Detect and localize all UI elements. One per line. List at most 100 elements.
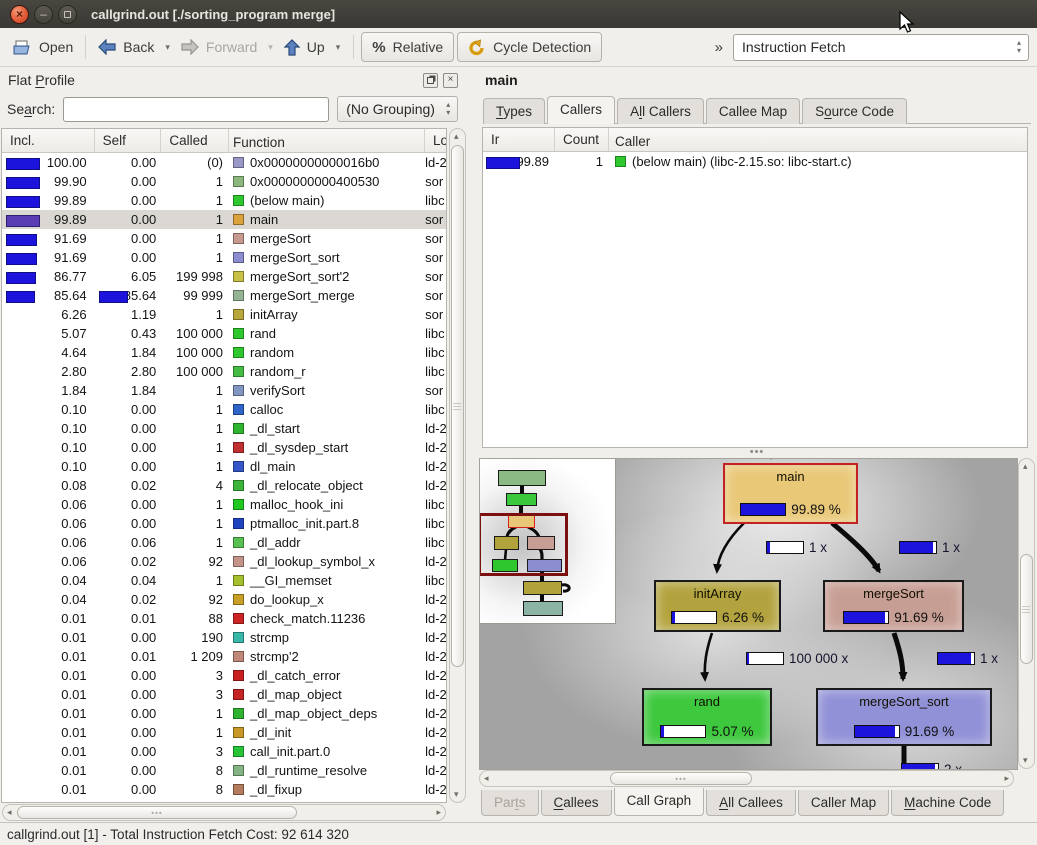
flat-profile-row[interactable]: 0.010.0188check_match.11236ld-2 xyxy=(2,609,446,628)
flat-profile-row[interactable]: 0.010.003_dl_catch_errorld-2 xyxy=(2,666,446,685)
flat-profile-row[interactable]: 6.261.191initArraysor xyxy=(2,305,446,324)
back-button[interactable]: Back xyxy=(93,35,159,59)
minimap-viewport[interactable] xyxy=(479,513,568,576)
horizontal-splitter[interactable]: ••• xyxy=(477,448,1037,458)
tab-callee-map[interactable]: Callee Map xyxy=(706,98,800,124)
scroll-down-arrow-icon[interactable]: ▾ xyxy=(1023,756,1028,765)
combobox-spinner-icon[interactable]: ▴▾ xyxy=(1017,39,1021,55)
toolbar-overflow-chevron[interactable]: » xyxy=(715,39,723,56)
graph-node-initArray[interactable]: initArray6.26 % xyxy=(654,580,781,632)
scroll-left-arrow-icon[interactable]: ◂ xyxy=(7,808,12,817)
up-dropdown-caret[interactable]: ▾ xyxy=(330,42,347,53)
tab-all-callees[interactable]: All Callees xyxy=(706,790,796,816)
flat-profile-row[interactable]: 0.060.001malloc_hook_inilibc xyxy=(2,495,446,514)
scroll-left-arrow-icon[interactable]: ◂ xyxy=(484,774,489,783)
flat-profile-row[interactable]: 99.900.0010x0000000000400530sor xyxy=(2,172,446,191)
column-header-self[interactable]: Self xyxy=(95,129,162,152)
scroll-right-arrow-icon[interactable]: ▸ xyxy=(1004,774,1009,783)
column-header-caller[interactable]: Caller xyxy=(609,128,1027,151)
tab-all-callers[interactable]: All Callers xyxy=(617,98,704,124)
flat-profile-vscrollbar[interactable]: ▴ ——— ▾ xyxy=(449,128,466,803)
open-button[interactable]: Open xyxy=(8,35,78,60)
tab-callees[interactable]: Callees xyxy=(541,790,612,816)
scrollbar-thumb[interactable]: ——— xyxy=(1020,554,1033,664)
flat-profile-row[interactable]: 0.010.003_dl_map_objectld-2 xyxy=(2,685,446,704)
flat-profile-row[interactable]: 2.802.80100 000random_rlibc xyxy=(2,362,446,381)
graph-node-mergeSort[interactable]: mergeSort91.69 % xyxy=(823,580,964,632)
column-header-incl[interactable]: Incl. xyxy=(2,129,95,152)
flat-profile-row[interactable]: 86.776.05199 998mergeSort_sort'2sor xyxy=(2,267,446,286)
graph-node-main[interactable]: main99.89 % xyxy=(723,463,858,524)
flat-profile-row[interactable]: 0.100.001dl_mainld-2 xyxy=(2,457,446,476)
graph-hscrollbar[interactable]: ◂ ••• ▸ xyxy=(479,770,1014,787)
flat-profile-row[interactable]: 1.841.841verifySortsor xyxy=(2,381,446,400)
flat-profile-row[interactable]: 0.060.061_dl_addrlibc xyxy=(2,533,446,552)
flat-profile-row[interactable]: 0.010.011 209strcmp'2ld-2 xyxy=(2,647,446,666)
flat-profile-row[interactable]: 99.890.001mainsor xyxy=(2,210,446,229)
tab-machine-code[interactable]: Machine Code xyxy=(891,790,1004,816)
scroll-up-arrow-icon[interactable]: ▴ xyxy=(454,132,459,141)
flat-profile-row[interactable]: 0.060.001ptmalloc_init.part.8libc xyxy=(2,514,446,533)
flat-profile-row[interactable]: 0.100.001calloclibc xyxy=(2,400,446,419)
scrollbar-thumb[interactable]: ——— xyxy=(451,145,464,667)
search-input[interactable] xyxy=(63,97,329,122)
column-header-ir[interactable]: Ir xyxy=(483,128,555,151)
flat-profile-row[interactable]: 91.690.001mergeSortsor xyxy=(2,229,446,248)
flat-profile-row[interactable]: 0.010.00190strcmpld-2 xyxy=(2,628,446,647)
window-minimize-button[interactable]: – xyxy=(34,5,53,24)
flat-profile-row[interactable]: 91.690.001mergeSort_sortsor xyxy=(2,248,446,267)
forward-dropdown-caret[interactable]: ▾ xyxy=(262,42,279,53)
flat-profile-row[interactable]: 0.100.001_dl_sysdep_startld-2 xyxy=(2,438,446,457)
flat-profile-row[interactable]: 0.040.041__GI_memsetlibc xyxy=(2,571,446,590)
graph-node-mergeSort_sort[interactable]: mergeSort_sort91.69 % xyxy=(816,688,992,746)
dock-float-button[interactable] xyxy=(423,73,438,88)
window-close-button[interactable]: × xyxy=(10,5,29,24)
scrollbar-thumb[interactable]: ••• xyxy=(17,806,297,819)
flat-profile-row[interactable]: 85.6485.6499 999mergeSort_mergesor xyxy=(2,286,446,305)
graph-vscrollbar[interactable]: ▴ ——— ▾ xyxy=(1018,458,1035,769)
column-header-called[interactable]: Called xyxy=(161,129,229,152)
flat-profile-row[interactable]: 0.010.001_dl_map_object_depsld-2 xyxy=(2,704,446,723)
flat-profile-row[interactable]: 99.890.001(below main)libc xyxy=(2,191,446,210)
flat-profile-row[interactable]: 0.010.001_dl_initld-2 xyxy=(2,723,446,742)
column-header-count[interactable]: Count xyxy=(555,128,609,151)
dock-close-button[interactable]: × xyxy=(443,73,458,88)
graph-node-rand[interactable]: rand5.07 % xyxy=(642,688,772,746)
called-value: 1 xyxy=(161,497,229,512)
relative-toggle-button[interactable]: % Relative xyxy=(361,32,454,62)
grouping-combobox[interactable]: (No Grouping) ▴▾ xyxy=(337,96,458,122)
flat-profile-row[interactable]: 0.010.003call_init.part.0ld-2 xyxy=(2,742,446,761)
flat-profile-row[interactable]: 4.641.84100 000randomlibc xyxy=(2,343,446,362)
flat-profile-row[interactable]: 0.060.0292_dl_lookup_symbol_xld-2 xyxy=(2,552,446,571)
up-button[interactable]: Up xyxy=(279,35,330,60)
flat-profile-row[interactable]: 0.010.008_dl_fixupld-2 xyxy=(2,780,446,799)
graph-overview-minimap[interactable] xyxy=(480,459,616,624)
tab-source-code[interactable]: Source Code xyxy=(802,98,907,124)
caller-row[interactable]: 99.891(below main) (libc-2.15.so: libc-s… xyxy=(483,152,1027,171)
flat-profile-row[interactable]: 0.040.0292do_lookup_xld-2 xyxy=(2,590,446,609)
back-dropdown-caret[interactable]: ▾ xyxy=(159,42,176,53)
tab-callers[interactable]: Callers xyxy=(547,96,615,124)
scroll-up-arrow-icon[interactable]: ▴ xyxy=(1023,462,1028,471)
flat-profile-row[interactable]: 5.070.43100 000randlibc xyxy=(2,324,446,343)
window-maximize-button[interactable] xyxy=(58,5,77,24)
flat-profile-hscrollbar[interactable]: ◂ ••• ▸ xyxy=(2,804,446,821)
scroll-down-arrow-icon[interactable]: ▾ xyxy=(454,790,459,799)
flat-profile-row[interactable]: 0.100.001_dl_startld-2 xyxy=(2,419,446,438)
flat-profile-row[interactable]: 100.000.00(0)0x00000000000016b0ld-2 xyxy=(2,153,446,172)
flat-profile-row[interactable]: 0.080.024_dl_relocate_objectld-2 xyxy=(2,476,446,495)
forward-button[interactable]: Forward xyxy=(176,35,262,59)
tab-parts[interactable]: Parts xyxy=(481,790,539,816)
column-header-location[interactable]: Loc xyxy=(425,129,446,152)
tab-call-graph[interactable]: Call Graph xyxy=(614,788,705,816)
call-graph-canvas[interactable]: main99.89 % initArray6.26 % mergeSort91.69… xyxy=(479,458,1018,770)
scroll-right-arrow-icon[interactable]: ▸ xyxy=(436,808,441,817)
event-type-combobox[interactable]: Instruction Fetch ▴▾ xyxy=(733,34,1029,61)
grouping-spinner-icon[interactable]: ▴▾ xyxy=(446,101,450,117)
column-header-function[interactable]: Function xyxy=(229,129,425,152)
tab-caller-map[interactable]: Caller Map xyxy=(798,790,889,816)
tab-types[interactable]: Types xyxy=(483,98,545,124)
flat-profile-row[interactable]: 0.010.008_dl_runtime_resolveld-2 xyxy=(2,761,446,780)
cycle-detection-toggle-button[interactable]: Cycle Detection xyxy=(457,32,602,62)
scrollbar-thumb[interactable]: ••• xyxy=(610,772,752,785)
